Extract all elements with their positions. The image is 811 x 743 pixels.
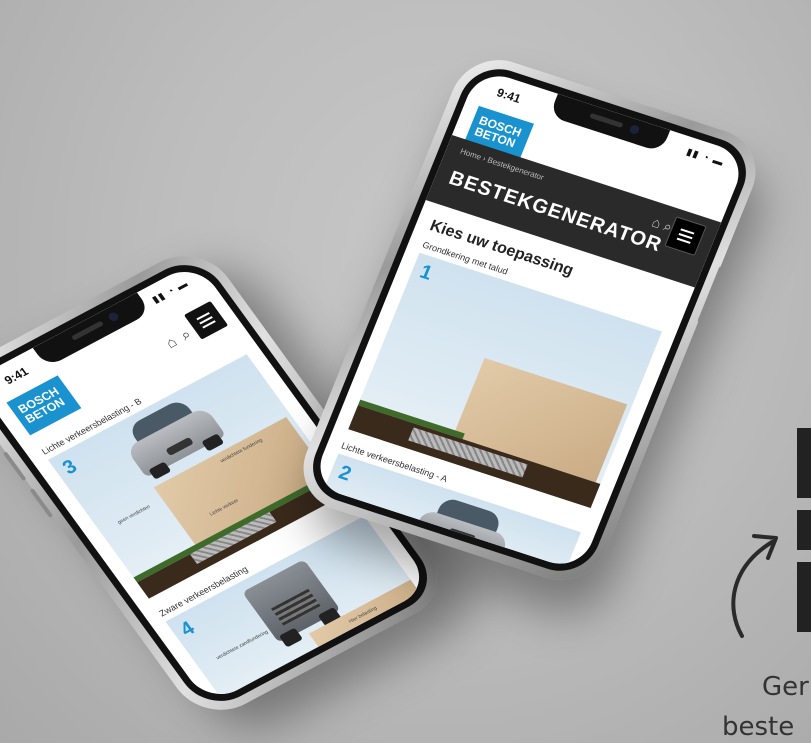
right-phone: 9:41 ▮▮ ◔ ▬ BOSCH BETON Home › Bestekgene… — [289, 48, 770, 592]
label-tag: geen verdichten — [349, 499, 386, 517]
item-number: 4 — [176, 617, 199, 641]
arrow-icon — [731, 534, 778, 638]
status-time: 9:41 — [494, 85, 523, 106]
right-phone-bezel: 9:41 ▮▮ ◔ ▬ BOSCH BETON Home › Bestekgene… — [301, 59, 758, 581]
label-tag: geen verdichten — [116, 503, 152, 526]
right-phone-screen: 9:41 ▮▮ ◔ ▬ BOSCH BETON Home › Bestekgene… — [310, 68, 749, 572]
search-icon[interactable]: ⌕ — [177, 326, 195, 344]
label-tag: verdichtete fundering — [500, 553, 547, 572]
item-number: 2 — [335, 461, 355, 486]
item-number: 1 — [416, 260, 436, 285]
home-icon[interactable]: ⌂ — [162, 334, 180, 352]
partial-graphic — [797, 428, 811, 638]
caption-line-1: Ger — [762, 672, 809, 702]
caption-line-2: beste — [722, 712, 795, 742]
item-number: 3 — [58, 455, 82, 479]
illustration-1[interactable]: 1 — [348, 252, 663, 509]
label-tag: verdichtete zandfundering — [215, 629, 270, 662]
brand-logo[interactable]: BOSCH BETON — [6, 375, 82, 436]
